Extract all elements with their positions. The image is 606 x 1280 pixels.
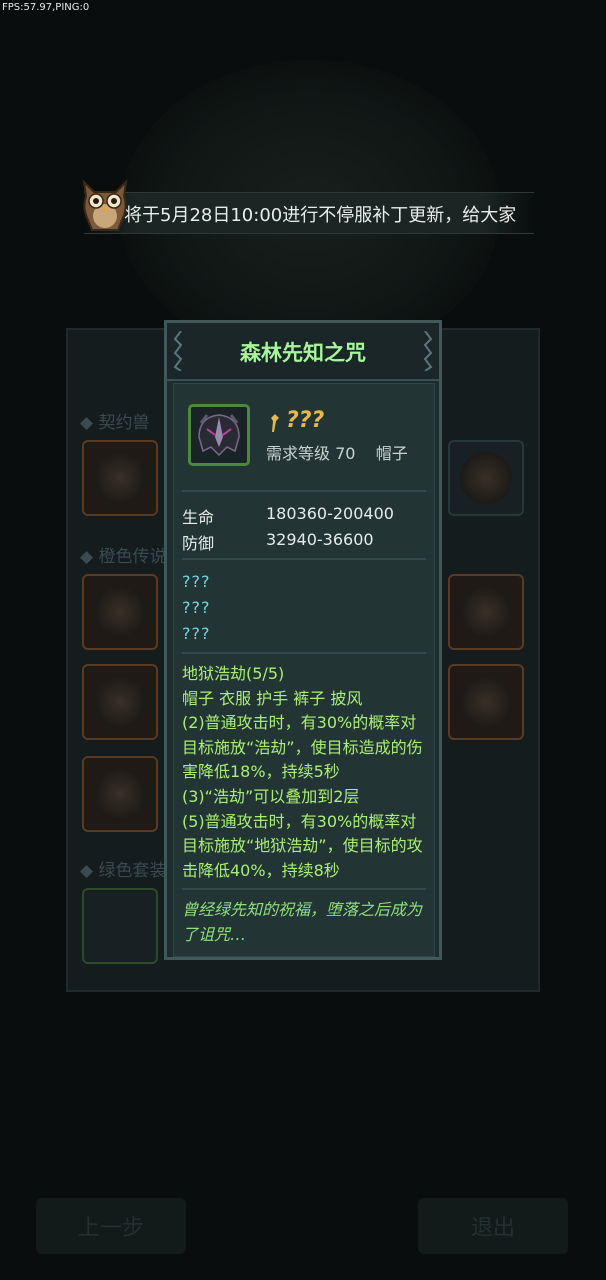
stat-label-hp: 生命	[182, 508, 215, 527]
divider-3	[182, 652, 426, 654]
legend-slot-4[interactable]	[448, 664, 524, 740]
legend-slot-3[interactable]	[82, 664, 158, 740]
set-bonus-block: 地狱浩劫(5/5) 帽子 衣服 护手 裤子 披风 (2)普通攻击时，有30%的概…	[182, 662, 432, 883]
unknown-attr-2: ???	[182, 598, 211, 617]
unknown-attr-3: ???	[182, 624, 211, 643]
item-tooltip-dialog: 森林先知之咒 ??? 需求等级 70 帽子 生命 180360-200400 防…	[164, 320, 442, 960]
section-orange-legend: ◆ 橙色传说	[80, 547, 167, 567]
exit-button[interactable]: 退出	[418, 1198, 568, 1254]
item-requirement: 需求等级 70 帽子	[266, 444, 408, 463]
fps-counter: FPS:57.97,PING:0	[2, 2, 90, 13]
owl-mascot-icon	[82, 179, 128, 231]
unknown-item-name: ???	[286, 408, 325, 433]
section-contract-beast: ◆ 契约兽	[80, 413, 150, 433]
beast-slot-right[interactable]	[448, 440, 524, 516]
announcement-text: 将于5月28日10:00进行不停服补丁更新，给大家	[124, 205, 517, 226]
tooltip-body: ??? 需求等级 70 帽子 生命 180360-200400 防御 32940…	[173, 383, 435, 957]
legend-slot-2[interactable]	[448, 574, 524, 650]
set-effect-3: (3)“浩劫”可以叠加到2层	[182, 786, 360, 806]
unidentified-key-icon	[271, 414, 279, 432]
set-effect-2: (2)普通攻击时，有30%的概率对目标施放“浩劫”，使目标造成的伤害降低18%，…	[182, 713, 423, 782]
stat-label-def: 防御	[182, 534, 215, 553]
set-pieces: 帽子 衣服 护手 裤子 披风	[182, 688, 363, 708]
stat-value-def: 32940-36600	[266, 530, 374, 549]
section-green-set: ◆ 绿色套装	[80, 861, 167, 881]
divider-2	[182, 558, 426, 560]
helmet-item-icon	[188, 404, 250, 466]
prev-step-button[interactable]: 上一步	[36, 1198, 186, 1254]
unknown-attr-1: ???	[182, 572, 211, 591]
item-title: 森林先知之咒	[240, 341, 366, 365]
dialog-header: 森林先知之咒	[167, 323, 439, 381]
set-name: 地狱浩劫(5/5)	[182, 664, 285, 683]
green-set-slot[interactable]	[82, 888, 158, 964]
divider-4	[182, 888, 426, 890]
legend-slot-5[interactable]	[82, 756, 158, 832]
divider-1	[182, 490, 426, 492]
stat-value-hp: 180360-200400	[266, 504, 394, 523]
set-effect-5: (5)普通攻击时，有30%的概率对目标施放“地狱浩劫”，使目标的攻击降低40%，…	[182, 811, 423, 880]
beast-slot-left[interactable]	[82, 440, 158, 516]
legend-slot-1[interactable]	[82, 574, 158, 650]
flavor-text: 曾经绿先知的祝福，堕落之后成为了诅咒…	[182, 900, 423, 944]
